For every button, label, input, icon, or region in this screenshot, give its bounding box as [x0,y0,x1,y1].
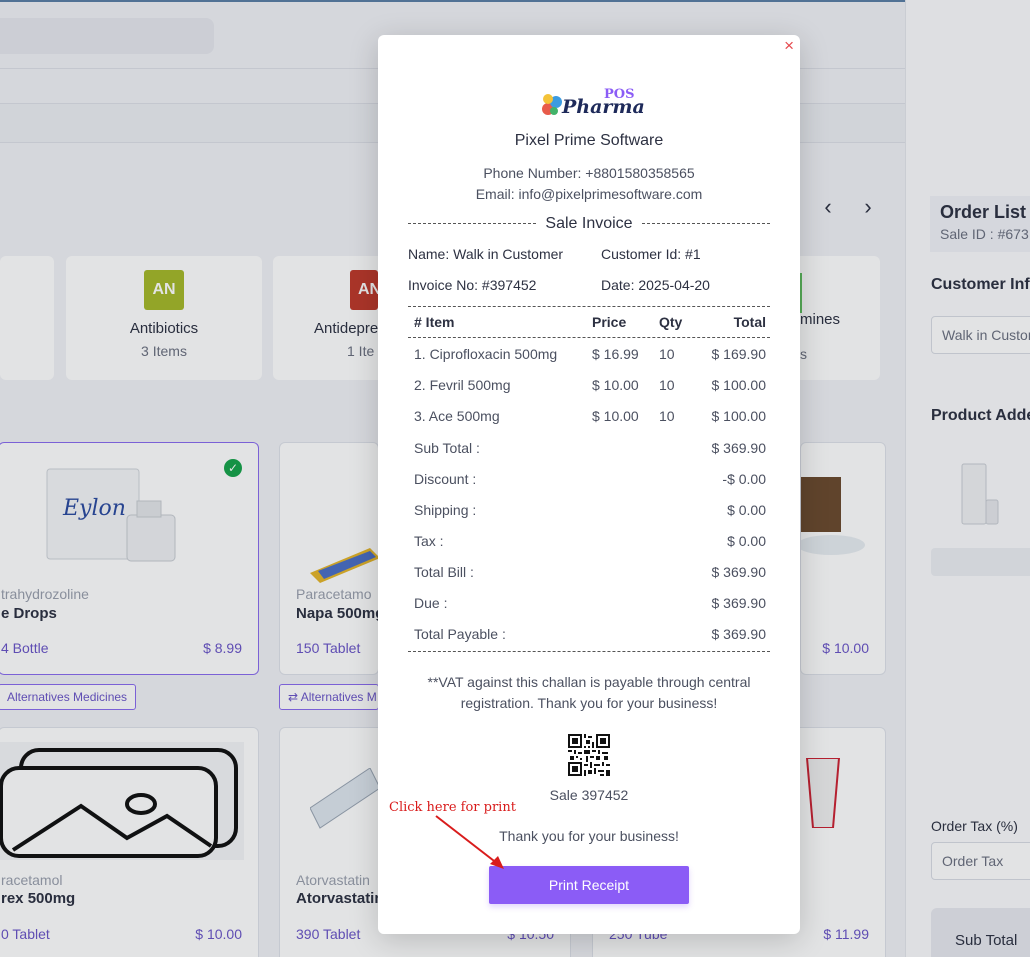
col-item: # Item [414,314,455,330]
dashed-divider [408,337,770,338]
summary-label: Shipping : [414,502,477,518]
invoice-title-row: Sale Invoice [408,215,770,233]
item-price: $ 16.99 [592,346,639,362]
dashed-divider [408,306,770,307]
item-total: $ 100.00 [711,377,767,393]
summary-value: $ 369.90 [711,595,767,611]
invoice-title: Sale Invoice [545,215,633,232]
item-name: 3. Ace 500mg [414,408,500,424]
customer-id: Customer Id: #1 [601,246,701,262]
summary-label: Due : [414,595,448,611]
pos-pharma-logo: POS Pharma [540,87,645,118]
col-price: Price [592,314,627,330]
vat-note: **VAT against this challan is payable th… [378,672,800,714]
summary-value: $ 0.00 [727,533,766,549]
red-arrow-icon [435,815,504,869]
item-price: $ 10.00 [592,377,639,393]
vat-note-line-1: **VAT against this challan is payable th… [427,674,751,690]
summary-label: Tax : [414,533,444,549]
item-name: 1. Ciprofloxacin 500mg [414,346,558,362]
print-receipt-button[interactable]: Print Receipt [489,866,689,904]
summary-label: Sub Total : [414,440,480,456]
vat-note-line-2: registration. Thank you for your busines… [460,695,718,711]
dashed-divider [642,223,770,224]
dashed-divider [408,651,770,652]
item-name: 2. Fevril 500mg [414,377,511,393]
summary-value: $ 369.90 [711,564,767,580]
summary-value: $ 369.90 [711,440,767,456]
summary-label: Total Bill : [414,564,474,580]
item-qty: 10 [659,377,675,393]
company-name: Pixel Prime Software [514,132,664,149]
col-total: Total [733,314,766,330]
summary-value: $ 369.90 [711,626,767,642]
item-qty: 10 [659,346,675,362]
item-total: $ 169.90 [711,346,767,362]
summary-value: $ 0.00 [727,502,766,518]
pill-logo-icon [542,94,562,115]
summary-value: -$ 0.00 [722,471,766,487]
item-price: $ 10.00 [592,408,639,424]
item-total: $ 100.00 [711,408,767,424]
invoice-date: Date: 2025-04-20 [601,277,710,293]
summary-label: Total Payable : [414,626,506,642]
company-phone: Phone Number: +8801580358565 [483,165,695,181]
invoice-number: Invoice No: #397452 [408,277,537,293]
close-icon[interactable]: × [784,36,794,56]
customer-name: Name: Walk in Customer [408,246,564,262]
logo-pharma-text: Pharma [562,96,645,118]
qr-code-icon [568,734,610,776]
col-qty: Qty [659,314,683,330]
item-qty: 10 [659,408,675,424]
company-email: Email: info@pixelprimesoftware.com [475,186,703,202]
summary-label: Discount : [414,471,477,487]
